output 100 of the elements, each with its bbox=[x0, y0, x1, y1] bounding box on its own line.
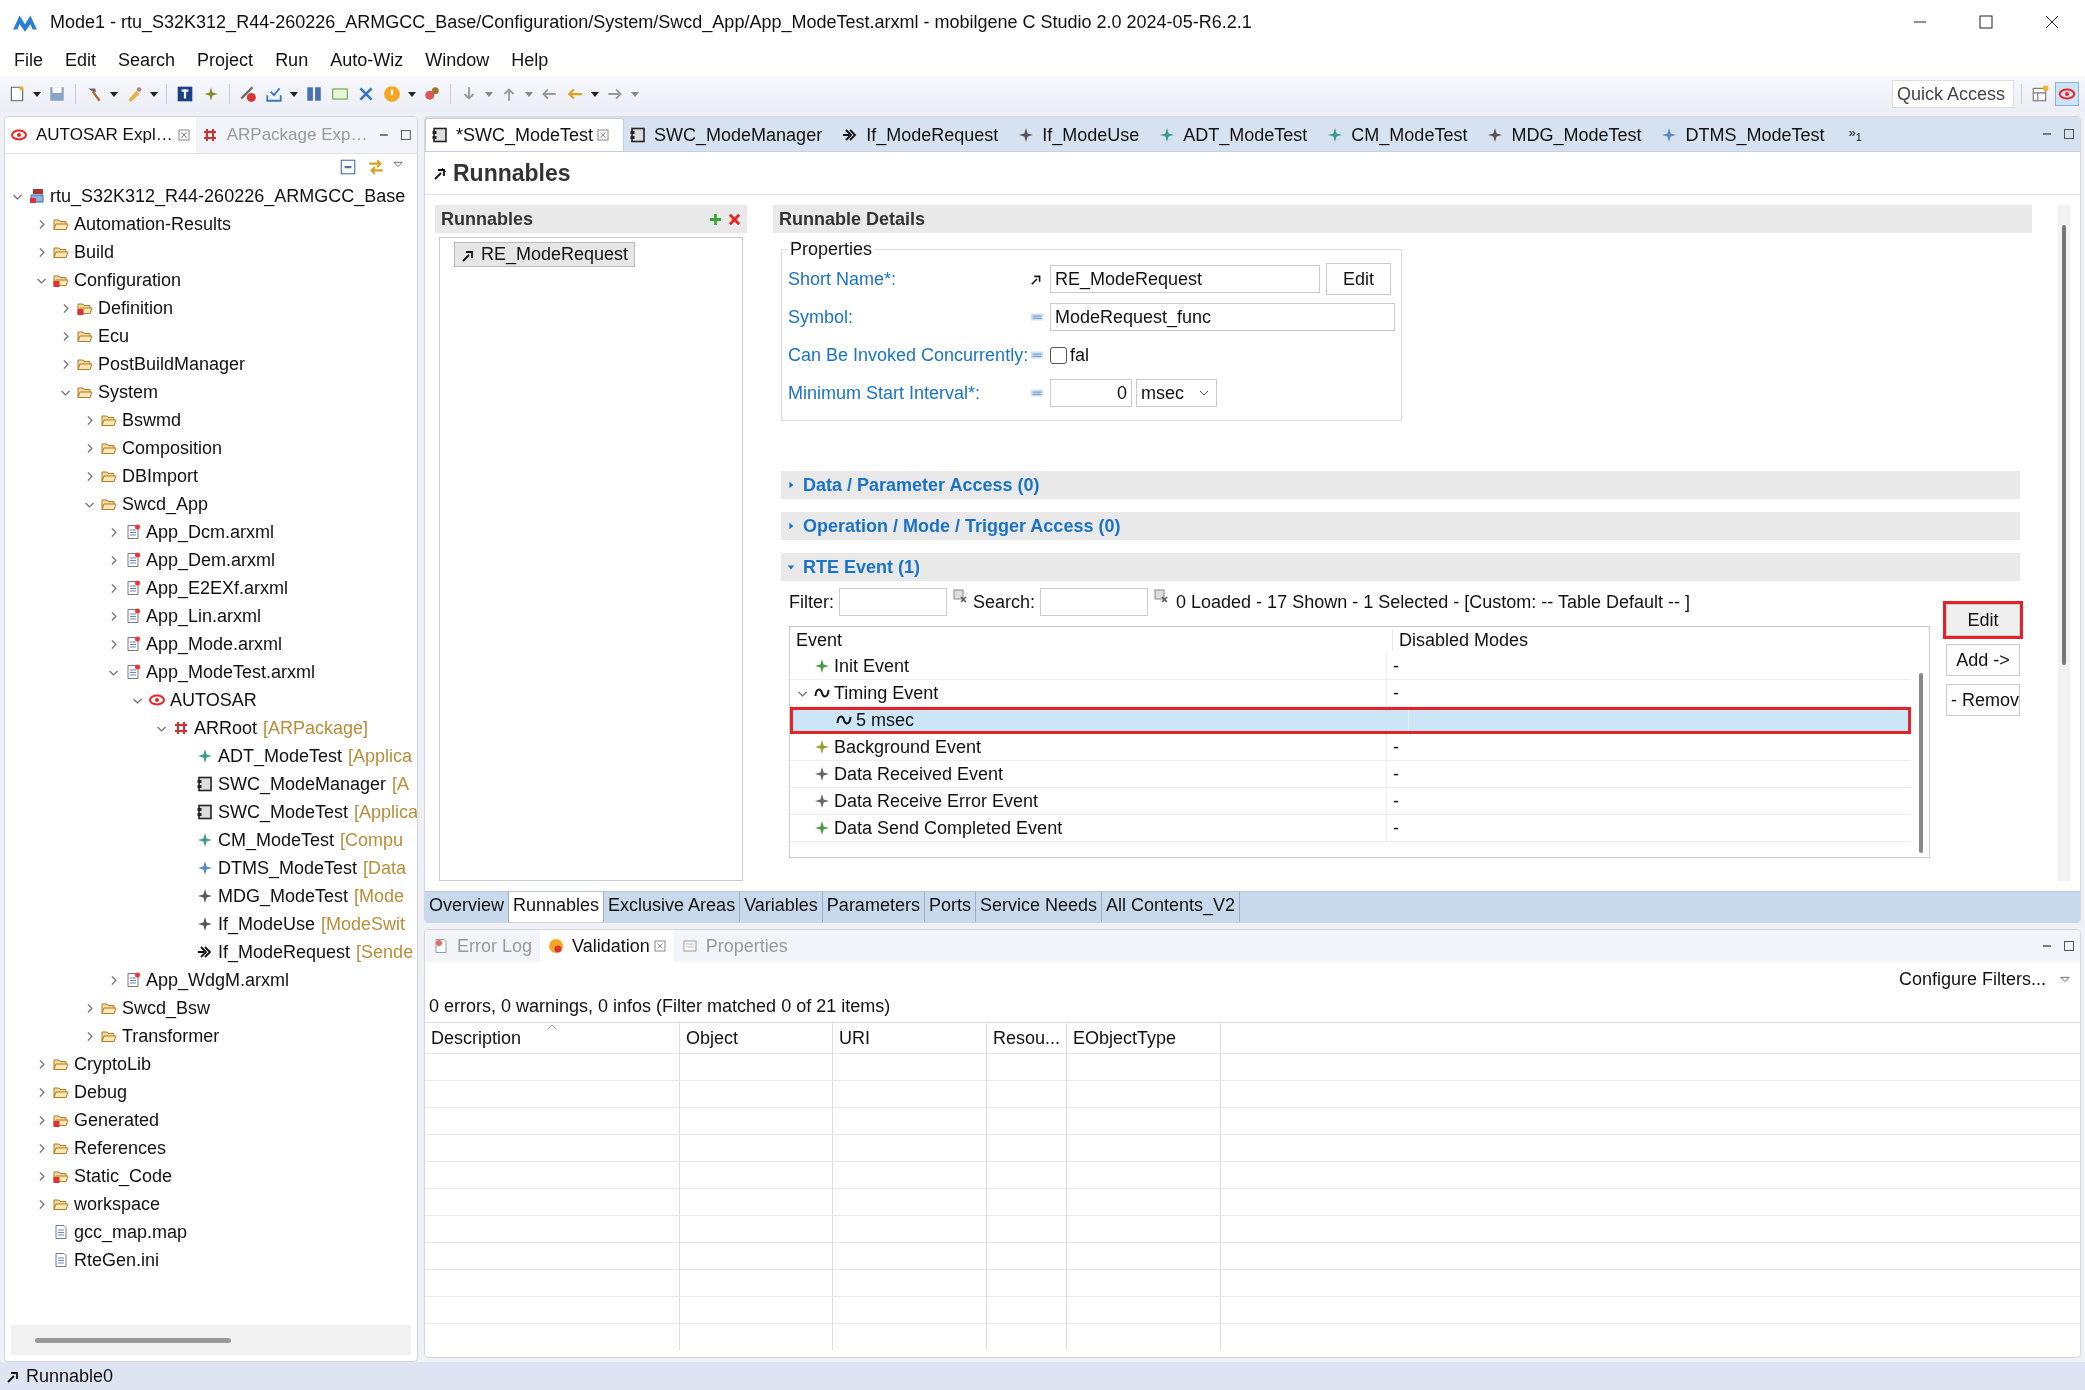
tree-item[interactable]: System bbox=[97, 381, 159, 403]
warning-icon[interactable] bbox=[548, 938, 565, 954]
editor-tab[interactable]: ADT_ModeTest bbox=[1153, 119, 1322, 151]
tree-item[interactable]: Bswmd bbox=[121, 409, 182, 431]
tree-item[interactable]: Definition bbox=[97, 297, 175, 319]
tree-item[interactable]: MDG_ModeTest bbox=[217, 885, 350, 907]
column-header[interactable]: URI bbox=[833, 1023, 987, 1053]
event-row[interactable]: 5 msec bbox=[790, 707, 1911, 734]
tree-item[interactable]: App_Mode.arxml bbox=[145, 633, 284, 655]
close-icon[interactable] bbox=[177, 129, 190, 141]
table-button[interactable]: Edit bbox=[1946, 604, 2020, 636]
filter-field[interactable] bbox=[839, 588, 947, 616]
view-tab[interactable]: AUTOSAR Expl… bbox=[5, 117, 196, 153]
maximize-icon[interactable] bbox=[2062, 939, 2076, 953]
short-name-field[interactable]: RE_ModeRequest bbox=[1050, 265, 1320, 293]
tree-item[interactable]: Ecu bbox=[97, 325, 131, 347]
runnable-item[interactable]: RE_ModeRequest bbox=[454, 242, 636, 267]
tree-item[interactable]: gcc_map.map bbox=[73, 1221, 189, 1243]
tree-item[interactable]: Build bbox=[73, 241, 116, 263]
close-icon[interactable] bbox=[597, 129, 610, 141]
event-row[interactable]: Background Event - bbox=[790, 734, 1911, 761]
tree-item[interactable]: App_Dcm.arxml bbox=[145, 521, 276, 543]
scrollbar-thumb[interactable] bbox=[35, 1337, 231, 1343]
editor-tab[interactable]: If_ModeRequest bbox=[836, 119, 1013, 151]
column-header[interactable]: EObjectType bbox=[1067, 1023, 1221, 1053]
scrollbar-thumb[interactable] bbox=[2062, 225, 2066, 665]
tree-item[interactable]: App_WdgM.arxml bbox=[145, 969, 291, 991]
editor-page-tab[interactable]: All Contents_V2 bbox=[1102, 892, 1241, 922]
table-button[interactable]: - Remov bbox=[1946, 684, 2020, 716]
error-log-icon[interactable] bbox=[433, 938, 449, 954]
tree-item[interactable]: References bbox=[73, 1137, 168, 1159]
close-icon[interactable] bbox=[653, 940, 666, 952]
tree-item[interactable]: If_ModeRequest bbox=[217, 941, 352, 963]
unit-dropdown[interactable]: msec bbox=[1136, 379, 1217, 407]
menu-item[interactable]: Edit bbox=[57, 47, 105, 73]
tree-item[interactable]: ADT_ModeTest bbox=[217, 745, 344, 767]
clear-search-icon[interactable] bbox=[1153, 588, 1170, 604]
expand-triangle-icon[interactable] bbox=[787, 521, 795, 531]
menu-item[interactable]: Window bbox=[417, 47, 498, 73]
editor-page-tab[interactable]: Runnables bbox=[509, 892, 605, 922]
tree-item[interactable]: CM_ModeTest bbox=[217, 829, 336, 851]
editor-page-tab[interactable]: Exclusive Areas bbox=[604, 892, 741, 922]
editor-page-tab[interactable]: Ports bbox=[924, 892, 976, 922]
table-button[interactable]: Add -> bbox=[1946, 644, 2020, 676]
tree-item[interactable]: Composition bbox=[121, 437, 224, 459]
tree-item[interactable]: Transformer bbox=[121, 1025, 221, 1047]
menu-item[interactable]: Auto-Wiz bbox=[322, 47, 412, 73]
add-icon[interactable] bbox=[709, 212, 722, 226]
menu-item[interactable]: Help bbox=[503, 47, 557, 73]
tree-item[interactable]: App_ModeTest.arxml bbox=[145, 661, 317, 683]
event-row[interactable]: Data Receive Error Event - bbox=[790, 788, 1911, 815]
event-row[interactable]: Data Received Event - bbox=[790, 761, 1911, 788]
ring-icon[interactable] bbox=[2055, 82, 2079, 106]
tree-item[interactable]: Swcd_App bbox=[121, 493, 210, 515]
tree-item[interactable]: DBImport bbox=[121, 465, 200, 487]
editor-tab[interactable]: CM_ModeTest bbox=[1321, 119, 1482, 151]
tree-item[interactable]: If_ModeUse bbox=[217, 913, 317, 935]
checkbox[interactable] bbox=[1050, 346, 1067, 364]
symbol-field[interactable]: ModeRequest_func bbox=[1050, 303, 1395, 331]
menu-item[interactable]: Run bbox=[267, 47, 317, 73]
tree-item[interactable]: Swcd_Bsw bbox=[121, 997, 212, 1019]
tree-item[interactable]: CryptoLib bbox=[73, 1053, 153, 1075]
collapsible-section-header[interactable]: Data / Parameter Access (0) bbox=[781, 471, 2020, 499]
editor-tab[interactable]: If_ModeUse bbox=[1012, 119, 1154, 151]
tree-item[interactable]: App_E2EXf.arxml bbox=[145, 577, 290, 599]
collapsible-section-header[interactable]: Operation / Mode / Trigger Access (0) bbox=[781, 512, 2020, 540]
tree-item[interactable]: SWC_ModeManager bbox=[217, 773, 388, 795]
editor-tab[interactable]: DTMS_ModeTest bbox=[1655, 119, 1839, 151]
maximize-icon[interactable] bbox=[399, 128, 413, 142]
tree-item[interactable]: Debug bbox=[73, 1081, 129, 1103]
editor-tab[interactable]: *SWC_ModeTest bbox=[425, 118, 625, 151]
tree-item[interactable]: Automation-Results bbox=[73, 213, 233, 235]
tree-item[interactable]: ARRoot bbox=[193, 717, 259, 739]
search-field[interactable] bbox=[1040, 588, 1149, 616]
event-row[interactable]: Init Event - bbox=[790, 653, 1911, 680]
quick-access-field[interactable]: Quick Access bbox=[1892, 80, 2014, 108]
edit-button[interactable]: Edit bbox=[1326, 263, 1392, 295]
configure-filters-link[interactable]: Configure Filters... bbox=[1898, 968, 2046, 990]
expand-triangle-icon[interactable] bbox=[787, 480, 795, 490]
tree-item[interactable]: Configuration bbox=[73, 269, 183, 291]
editor-page-tab[interactable]: Service Needs bbox=[975, 892, 1102, 922]
column-header[interactable]: Event bbox=[790, 629, 1393, 651]
column-header[interactable]: Resou... bbox=[987, 1023, 1067, 1053]
tree-item[interactable]: Static_Code bbox=[73, 1165, 174, 1187]
editor-page-tab[interactable]: Parameters bbox=[822, 892, 925, 922]
tree-item[interactable]: App_Dem.arxml bbox=[145, 549, 277, 571]
tree-item[interactable]: Generated bbox=[73, 1109, 161, 1131]
menu-item[interactable]: Project bbox=[189, 47, 262, 73]
tree-item[interactable]: RteGen.ini bbox=[73, 1249, 161, 1271]
clear-filter-icon[interactable] bbox=[952, 588, 968, 604]
tree-item[interactable]: DTMS_ModeTest bbox=[217, 857, 359, 879]
view-tab[interactable]: Validation bbox=[540, 930, 674, 962]
tree-item[interactable]: SWC_ModeTest bbox=[217, 801, 350, 823]
tree-item[interactable]: workspace bbox=[73, 1193, 162, 1215]
tree-item[interactable]: rtu_S32K312_R44-260226_ARMGCC_Base bbox=[49, 185, 407, 207]
editor-tab[interactable]: SWC_ModeManager bbox=[624, 119, 837, 151]
column-header[interactable]: Object bbox=[680, 1023, 833, 1053]
tab-overflow[interactable]: »$_{1}$ bbox=[1848, 125, 1862, 143]
tree-item[interactable]: App_Lin.arxml bbox=[145, 605, 263, 627]
tree-item[interactable]: AUTOSAR bbox=[169, 689, 258, 711]
